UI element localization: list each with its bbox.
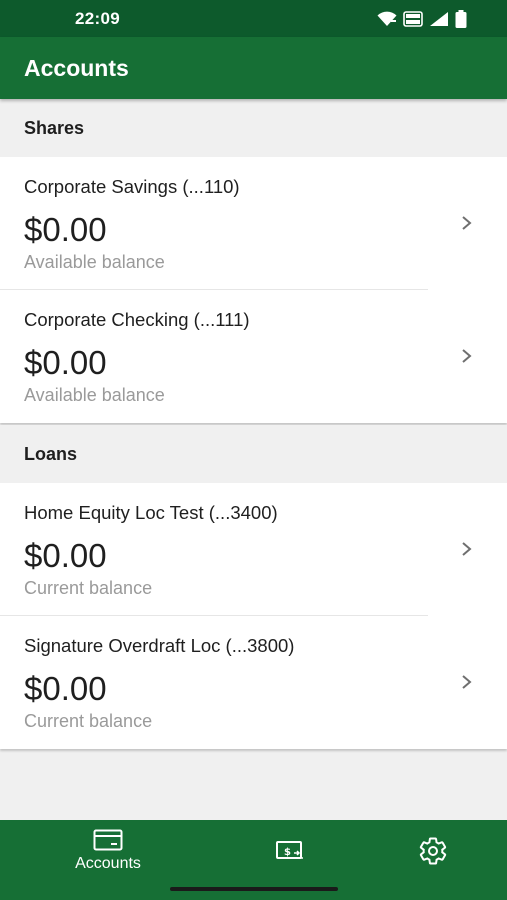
account-amount: $0.00 [24, 670, 107, 707]
wifi-icon [377, 11, 397, 27]
account-name: Corporate Savings (...110) [24, 176, 240, 197]
status-icons [377, 9, 467, 28]
section-header-shares: Shares [0, 99, 507, 157]
gear-icon [419, 837, 447, 865]
account-row-corporate-savings[interactable]: Corporate Savings (...110) $0.00 Availab… [0, 157, 507, 290]
account-row-corporate-checking[interactable]: Corporate Checking (...111) $0.00 Availa… [0, 290, 507, 423]
account-amount: $0.00 [24, 211, 107, 248]
home-indicator[interactable] [170, 887, 338, 891]
chevron-right-icon [462, 349, 472, 363]
balance-label: Current balance [24, 578, 153, 598]
account-row-home-equity[interactable]: Home Equity Loc Test (...3400) $0.00 Cur… [0, 483, 507, 616]
balance-label: Current balance [24, 711, 153, 731]
shares-group: Corporate Savings (...110) $0.00 Availab… [0, 157, 507, 423]
nav-accounts-button[interactable]: Accounts [48, 820, 168, 882]
chevron-right-icon [462, 675, 472, 689]
accounts-list[interactable]: Shares Corporate Savings (...110) $0.00 … [0, 99, 507, 751]
account-row-signature-overdraft[interactable]: Signature Overdraft Loc (...3800) $0.00 … [0, 616, 507, 749]
app-bar: Accounts [0, 37, 507, 99]
status-time: 22:09 [75, 8, 120, 28]
loans-group: Home Equity Loc Test (...3400) $0.00 Cur… [0, 483, 507, 749]
account-amount: $0.00 [24, 537, 107, 574]
signal-icon [429, 11, 449, 27]
account-name: Corporate Checking (...111) [24, 309, 250, 330]
status-bar: 22:09 [0, 0, 507, 37]
balance-label: Available balance [24, 252, 165, 272]
nav-accounts-label: Accounts [75, 855, 141, 872]
nav-transfers-button[interactable]: $ [260, 820, 320, 882]
account-name: Home Equity Loc Test (...3400) [24, 502, 278, 523]
card-icon [93, 829, 123, 851]
battery-icon [455, 9, 467, 28]
chevron-right-icon [462, 216, 472, 230]
account-amount: $0.00 [24, 344, 107, 381]
chevron-right-icon [462, 542, 472, 556]
volte-icon [403, 10, 423, 27]
svg-text:$: $ [284, 847, 291, 858]
nav-settings-button[interactable] [405, 820, 461, 882]
account-name: Signature Overdraft Loc (...3800) [24, 635, 295, 656]
section-header-loans: Loans [0, 425, 507, 483]
balance-label: Available balance [24, 385, 165, 405]
money-transfer-icon: $ [276, 841, 303, 859]
page-title: Accounts [24, 54, 129, 81]
